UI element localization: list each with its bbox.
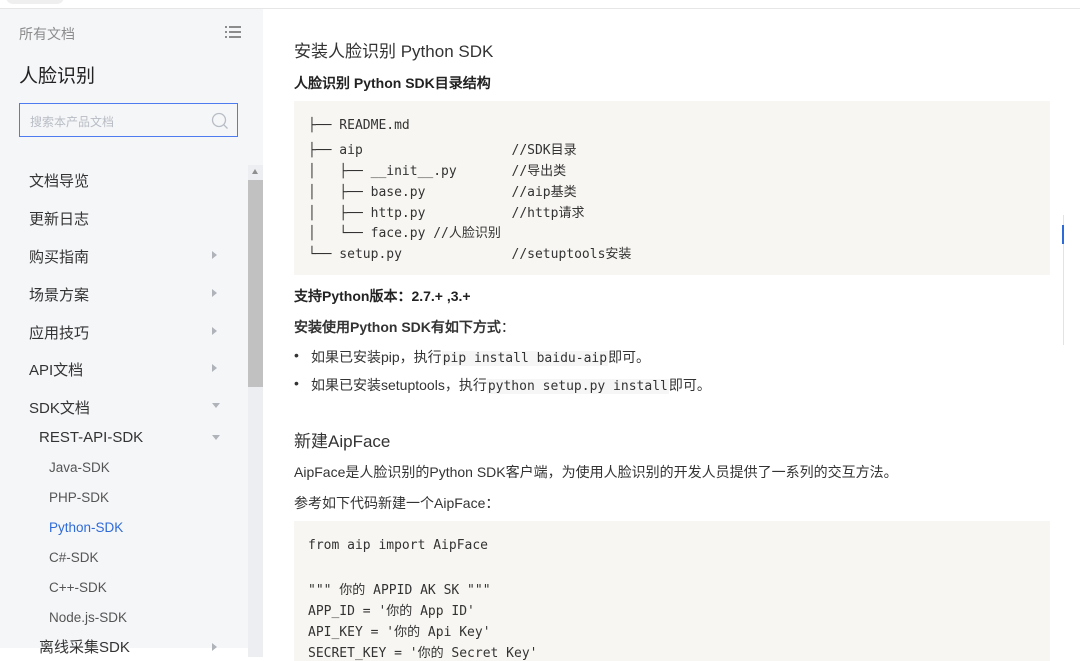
nav-item-offline-sdk[interactable]: 离线采集SDK [39, 636, 130, 657]
dir-structure-heading: 人脸识别 Python SDK目录结构 [294, 75, 491, 91]
nav-item-changelog[interactable]: 更新日志 [29, 208, 89, 229]
product-title: 人脸识别 [19, 66, 96, 87]
section-title-new-aipface: 新建AipFace [294, 432, 391, 451]
nav-item-overview[interactable]: 文档导览 [29, 170, 89, 191]
chevron-right-icon [212, 327, 217, 335]
nav-item-cpp-sdk[interactable]: C++-SDK [49, 580, 107, 595]
nav-item-sdk-docs[interactable]: SDK文档 [29, 397, 90, 418]
search-input[interactable]: 搜索本产品文档 [19, 103, 238, 137]
inline-code: python setup.py install [486, 379, 669, 394]
nav-item-purchase-guide[interactable]: 购买指南 [29, 246, 89, 267]
search-placeholder: 搜索本产品文档 [30, 115, 115, 129]
list-item: 如果已安装setuptools，执行python setup.py instal… [294, 375, 711, 395]
list-item: 如果已安装pip，执行pip install baidu-aip即可。 [294, 347, 651, 367]
code-line: ├── aip //SDK目录 [308, 143, 577, 158]
nav-item-rest-api-sdk[interactable]: REST-API-SDK [39, 429, 143, 446]
install-heading: 安装使用Python SDK有如下方式： [294, 317, 515, 337]
install-heading-bold: 安装使用Python SDK有如下方式 [294, 319, 501, 335]
search-icon[interactable] [211, 112, 229, 130]
bullet-text: 即可。 [668, 377, 711, 393]
all-docs-link[interactable]: 所有文档 [19, 24, 75, 44]
nav-item-csharp-sdk[interactable]: C#-SDK [49, 550, 99, 565]
bullet-text: 即可。 [608, 349, 651, 365]
aipface-description: AipFace是人脸识别的Python SDK客户端，为使用人脸识别的开发人员提… [294, 464, 898, 480]
chevron-down-icon [212, 435, 220, 440]
nav-item-php-sdk[interactable]: PHP-SDK [49, 490, 109, 505]
aipface-codeblock: from aip import AipFace """ 你的 APPID AK … [294, 521, 1050, 661]
install-heading-colon: ： [500, 319, 515, 335]
list-menu-icon[interactable] [224, 24, 242, 40]
code-line: │ └── face.py //人脸识别 [308, 226, 501, 241]
code-line: ├── README.md [308, 118, 410, 133]
nav-item-scenarios[interactable]: 场景方案 [29, 284, 89, 305]
scroll-up-arrow-icon[interactable] [252, 169, 258, 174]
code-line: │ ├── http.py //http请求 [308, 206, 585, 221]
code-line: APP_ID = '你的 App ID' [308, 604, 475, 619]
code-line: └── setup.py //setuptools安装 [308, 247, 632, 262]
code-line: │ ├── __init__.py //导出类 [308, 164, 567, 179]
chevron-down-icon [212, 403, 220, 408]
code-line: from aip import AipFace [308, 538, 489, 553]
code-line: """ 你的 APPID AK SK """ [308, 583, 491, 598]
toc-indicator[interactable] [1062, 225, 1064, 244]
nav-item-python-sdk[interactable]: Python-SDK [49, 520, 123, 535]
bullet-text: 如果已安装setuptools，执行 [311, 377, 487, 393]
code-line: API_KEY = '你的 Api Key' [308, 625, 491, 640]
sidebar: 所有文档 人脸识别 搜索本产品文档 文档导览 更新日志 购买指南 场景方案 应用… [0, 9, 263, 657]
nav-item-tips[interactable]: 应用技巧 [29, 322, 89, 343]
sidebar-scrollbar-thumb[interactable] [248, 180, 263, 387]
nav-item-java-sdk[interactable]: Java-SDK [49, 460, 110, 475]
nav-item-api-docs[interactable]: API文档 [29, 359, 83, 380]
top-strip [0, 0, 1080, 9]
inline-code: pip install baidu-aip [441, 351, 609, 366]
dir-structure-codeblock: ├── README.md ├── aip //SDK目录 │ ├── __in… [294, 101, 1050, 275]
python-version-note: 支持Python版本：2.7.+ ,3.+ [294, 288, 471, 304]
code-line: SECRET_KEY = '你的 Secret Key' [308, 646, 538, 661]
code-line: │ ├── base.py //aip基类 [308, 185, 577, 200]
section-title-install: 安装人脸识别 Python SDK [294, 42, 494, 61]
nav-item-nodejs-sdk[interactable]: Node.js-SDK [49, 610, 127, 625]
chevron-right-icon [212, 643, 217, 651]
chevron-right-icon [212, 364, 217, 372]
chevron-right-icon [212, 289, 217, 297]
code-reference-text: 参考如下代码新建一个AipFace： [294, 495, 500, 511]
bullet-text: 如果已安装pip，执行 [311, 349, 442, 365]
tab-pill[interactable] [6, 0, 64, 4]
chevron-right-icon [212, 251, 217, 259]
